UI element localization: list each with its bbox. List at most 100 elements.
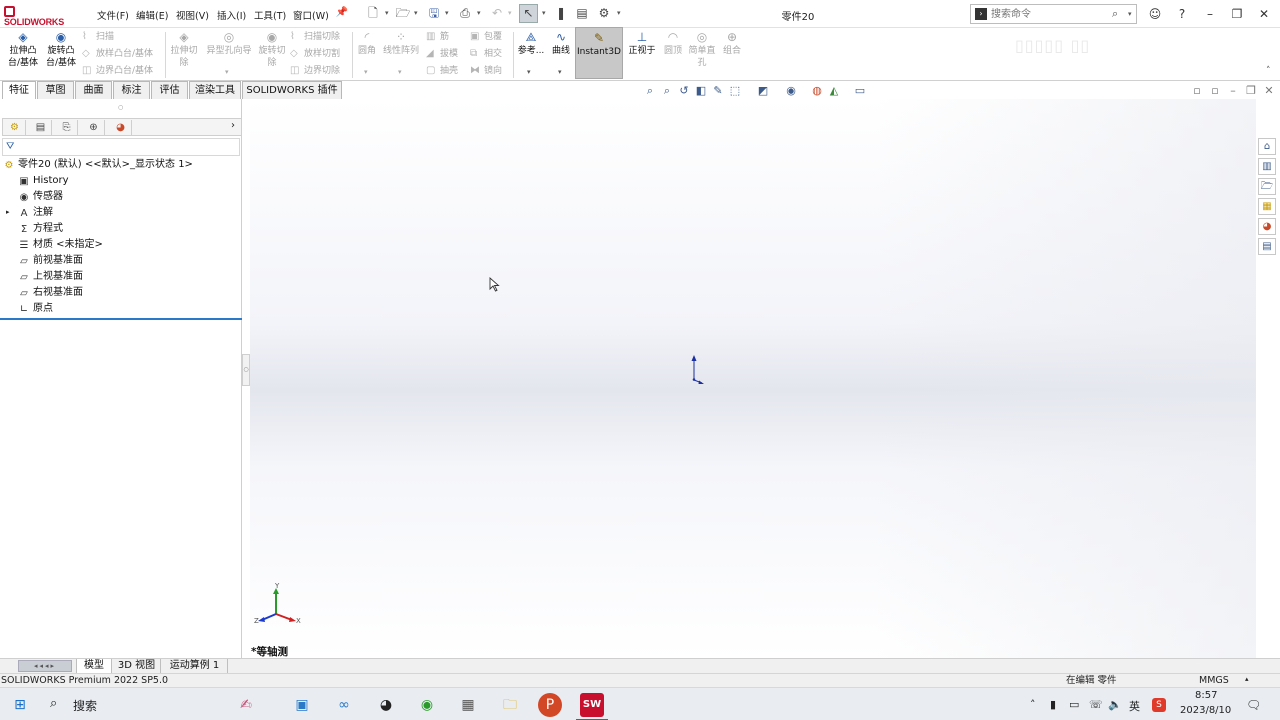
taskbar-calculator-icon[interactable]: ▦ [456,693,480,717]
file-properties-icon[interactable]: ▤ [574,5,590,21]
extrude-cut-button[interactable]: ◈ 拉伸切 除 [167,30,201,69]
instant3d-button[interactable]: ✎ Instant3D [575,27,623,79]
zoom-to-area-icon[interactable]: ⌕ [660,84,674,98]
minimize-icon[interactable]: – [1202,6,1218,22]
tree-item-equations[interactable]: Σ 方程式 [18,222,63,236]
open-folder-icon[interactable]: 🗁 [395,5,411,21]
taskbar-powerpoint-icon[interactable]: P [538,693,562,717]
display-manager-tab-icon[interactable]: ◕ [110,120,132,135]
tree-item-front-plane[interactable]: ▱ 前视基准面 [18,254,83,268]
user-account-icon[interactable]: ☺ [1147,6,1163,22]
tray-ime-label[interactable]: 英 [1129,698,1140,714]
menu-file[interactable]: 文件(F) [97,8,129,22]
tab-3d-views[interactable]: 3D 视图 [113,659,161,674]
units-dropdown-icon[interactable]: ▴ [1245,673,1249,686]
taskbar-file-explorer-icon[interactable]: 🗀 [498,693,522,717]
tab-surfaces[interactable]: 曲面 [75,81,112,99]
undo-dropdown-icon[interactable]: ▾ [508,9,512,17]
reference-geometry-button[interactable]: ⟁ 参考... [515,30,547,57]
select-dropdown-icon[interactable]: ▾ [542,9,546,17]
apply-scene-icon[interactable]: ◭ [827,84,841,98]
tray-volume-icon[interactable]: 🔈 [1108,698,1122,711]
design-library-icon[interactable]: ▥ [1258,158,1276,175]
view-orientation-icon[interactable]: ⬚ [728,84,742,98]
tab-solidworks-addins[interactable]: SOLIDWORKS 插件 [242,81,342,99]
tree-filter-bar[interactable]: ⛛ [2,138,240,156]
taskbar-explorer-app-icon[interactable]: ▣ [290,693,314,717]
tree-item-annotations[interactable]: A 注解 [18,206,53,220]
tray-overflow-icon[interactable]: ˄ [1030,698,1036,711]
rollback-bar[interactable] [0,318,242,320]
sweep-button[interactable]: ⌇ 扫描 [82,31,114,43]
print-dropdown-icon[interactable]: ▾ [477,9,481,17]
select-cursor-icon[interactable]: ↖ [519,4,538,23]
tray-sogou-icon[interactable]: S [1152,698,1166,712]
viewport-maximize-icon[interactable]: ❐ [1244,84,1258,98]
search-commands-input[interactable] [991,7,1106,22]
tab-render-tools[interactable]: 渲染工具 [189,81,241,99]
save-icon[interactable]: 🖫 [426,5,442,21]
print-icon[interactable]: ⎙ [457,5,473,21]
tab-model[interactable]: 模型 [76,659,112,674]
menu-insert[interactable]: 插入(I) [217,8,246,22]
pattern-dropdown-icon[interactable]: ▾ [398,68,402,76]
rib-button[interactable]: ▥ 筋 [426,31,449,43]
taskbar-widget-icon[interactable]: ✍ [218,693,274,717]
tray-usb-icon[interactable]: ▮ [1050,698,1056,711]
tab-features[interactable]: 特征 [2,81,36,99]
display-style-icon[interactable]: ◩ [756,84,770,98]
tree-item-material[interactable]: ☰ 材质 <未指定> [18,238,103,252]
previous-view-icon[interactable]: ↺ [677,84,691,98]
boundary-cut-button[interactable]: ◫ 边界切除 [290,65,340,77]
loft-button[interactable]: ◇ 放样凸台/基体 [82,48,153,60]
hole-wizard-button[interactable]: ◎ 异型孔向导 [202,30,256,57]
property-manager-tab-icon[interactable]: ▤ [30,120,52,135]
tab-dimxpert[interactable]: 标注 [113,81,150,99]
hole-wizard-dropdown-icon[interactable]: ▾ [225,68,229,76]
graphics-area[interactable] [250,99,1256,659]
search-commands-box[interactable]: › ⌕ ▾ [970,4,1137,24]
edit-appearance-icon[interactable]: ◍ [810,84,824,98]
custom-properties-icon[interactable]: ▤ [1258,238,1276,255]
reference-dropdown-icon[interactable]: ▾ [527,68,531,76]
intersect-button[interactable]: ⧉ 相交 [470,48,502,60]
tab-scroll-arrows-icon[interactable]: ◂◂◂▸ [18,660,72,672]
dynamic-annotation-icon[interactable]: ✎ [711,84,725,98]
boundary-boss-button[interactable]: ◫ 边界凸台/基体 [82,65,153,77]
expand-tabs-icon[interactable]: › [231,120,235,131]
solidworks-resources-icon[interactable]: ⌂ [1258,138,1276,155]
shell-button[interactable]: ▢ 抽壳 [426,65,458,77]
new-dropdown-icon[interactable]: ▾ [385,9,389,17]
lofted-cut-button[interactable]: ◇ 放样切割 [290,48,340,60]
extrude-boss-button[interactable]: ◈ 拉伸凸 台/基体 [4,30,42,69]
viewport-close-icon[interactable]: ✕ [1262,84,1276,98]
fillet-button[interactable]: ◜ 圆角 [354,30,380,57]
simple-hole-button[interactable]: ◎ 简单直 孔 [686,30,718,69]
tree-item-right-plane[interactable]: ▱ 右视基准面 [18,286,83,300]
configuration-manager-tab-icon[interactable]: ⎘ [56,120,78,135]
mirror-button[interactable]: ⧓ 镜向 [470,65,502,77]
options-dropdown-icon[interactable]: ▾ [617,9,621,17]
collapse-ribbon-icon[interactable]: ˄ [1266,66,1271,76]
search-dropdown-icon[interactable]: ▾ [1128,10,1132,18]
notification-center-icon[interactable]: 🗨 [1246,698,1261,712]
tab-evaluate[interactable]: 评估 [151,81,188,99]
combine-button[interactable]: ⊕ 组合 [719,30,745,57]
menu-tools[interactable]: 工具(T) [254,8,286,22]
appearances-icon[interactable]: ◕ [1258,218,1276,235]
expand-annotations-icon[interactable]: ▸ [6,208,10,216]
feature-manager-tab-icon[interactable]: ⚙ [4,120,26,135]
zoom-to-fit-icon[interactable]: ⌕ [643,84,657,98]
viewport-restore-icon[interactable]: ▫ [1190,84,1204,98]
tray-battery-icon[interactable]: ▭ [1069,698,1079,711]
taskbar-search-label[interactable]: 搜索 [73,697,97,714]
viewport-tile-icon[interactable]: ▫ [1208,84,1222,98]
clock-date[interactable]: 2023/8/10 [1180,705,1231,716]
revolve-cut-button[interactable]: ◉ 旋转切 除 [256,30,288,69]
curves-button[interactable]: ∿ 曲线 [548,30,574,57]
pane-splitter-icon[interactable]: ○ [118,104,123,111]
wrap-button[interactable]: ▣ 包覆 [470,31,502,43]
tree-root-part[interactable]: ⚙ 零件20 (默认) <<默认>_显示状态 1> [3,158,193,172]
linear-pattern-button[interactable]: ⁘ 线性阵列 [381,30,421,57]
dimxpert-manager-tab-icon[interactable]: ⊕ [83,120,105,135]
